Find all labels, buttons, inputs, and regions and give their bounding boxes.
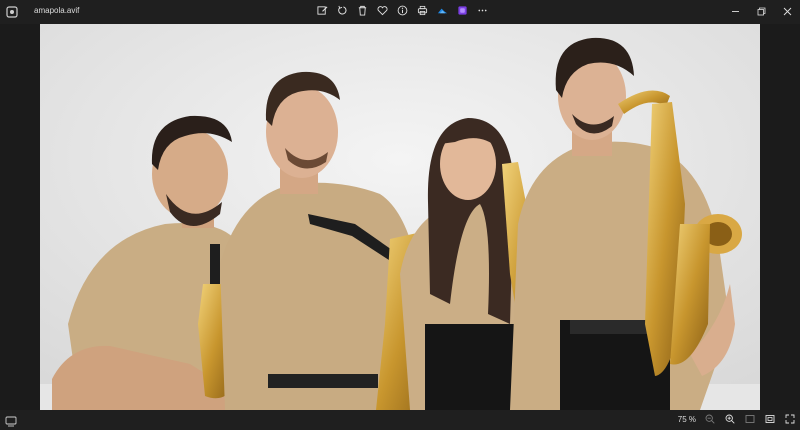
window-controls bbox=[722, 0, 800, 24]
zoom-level: 75 % bbox=[677, 415, 696, 424]
zoom-in-icon bbox=[725, 411, 735, 429]
close-button[interactable] bbox=[774, 0, 800, 24]
print-icon bbox=[417, 3, 428, 21]
full-screen-button[interactable] bbox=[780, 412, 800, 428]
minimize-icon bbox=[731, 3, 740, 21]
edit-button[interactable] bbox=[312, 4, 332, 20]
favorite-button[interactable] bbox=[372, 4, 392, 20]
cloud-onedrive-icon bbox=[437, 3, 448, 21]
zoom-out-icon bbox=[705, 411, 715, 429]
fit-to-window-button[interactable] bbox=[740, 412, 760, 428]
delete-icon bbox=[357, 3, 368, 21]
clipchamp-button[interactable] bbox=[452, 4, 472, 20]
photo-image bbox=[40, 24, 760, 410]
file-name: amapola.avif bbox=[34, 6, 80, 15]
title-bar: amapola.avif bbox=[0, 0, 800, 24]
expand-icon bbox=[785, 411, 795, 429]
info-button[interactable] bbox=[392, 4, 412, 20]
more-button[interactable] bbox=[472, 4, 492, 20]
actual-size-button[interactable] bbox=[760, 412, 780, 428]
image-canvas[interactable] bbox=[0, 24, 800, 410]
restore-icon bbox=[757, 3, 766, 21]
print-button[interactable] bbox=[412, 4, 432, 20]
more-icon bbox=[477, 3, 488, 21]
image-toolbar bbox=[312, 4, 492, 20]
filmstrip-toggle[interactable] bbox=[5, 414, 17, 427]
restore-button[interactable] bbox=[748, 0, 774, 24]
rotate-button[interactable] bbox=[332, 4, 352, 20]
fit-window-icon bbox=[745, 411, 755, 429]
delete-button[interactable] bbox=[352, 4, 372, 20]
status-bar: 75 % bbox=[0, 410, 800, 430]
rotate-icon bbox=[337, 3, 348, 21]
filmstrip-icon bbox=[5, 414, 17, 430]
onedrive-button[interactable] bbox=[432, 4, 452, 20]
minimize-button[interactable] bbox=[722, 0, 748, 24]
info-icon bbox=[397, 3, 408, 21]
zoom-out-button[interactable] bbox=[700, 412, 720, 428]
zoom-in-button[interactable] bbox=[720, 412, 740, 428]
photos-app-icon bbox=[6, 5, 18, 18]
photo bbox=[40, 24, 760, 410]
close-icon bbox=[783, 3, 792, 21]
actual-size-icon bbox=[765, 411, 775, 429]
clipchamp-icon bbox=[457, 3, 468, 21]
edit-icon bbox=[316, 3, 328, 21]
zoom-controls bbox=[700, 412, 800, 428]
favorite-heart-icon bbox=[377, 3, 388, 21]
